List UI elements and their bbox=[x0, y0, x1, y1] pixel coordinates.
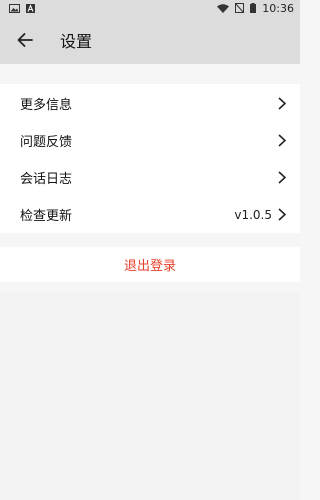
chevron-right-icon bbox=[276, 134, 288, 148]
page-title: 设置 bbox=[60, 32, 93, 51]
check-update-right: v1.0.5 bbox=[234, 208, 288, 222]
status-time: 10:36 bbox=[262, 1, 294, 15]
no-sim-icon bbox=[235, 3, 245, 13]
version-text: v1.0.5 bbox=[234, 207, 272, 222]
status-left bbox=[9, 3, 35, 13]
menu-item-feedback[interactable]: 问题反馈 bbox=[0, 122, 300, 159]
chevron-right-icon bbox=[276, 208, 288, 222]
status-right: 10:36 bbox=[217, 2, 294, 15]
app-bar: 设置 bbox=[0, 16, 300, 64]
menu-item-label: 检查更新 bbox=[20, 209, 73, 224]
menu-item-session-log[interactable]: 会话日志 bbox=[0, 159, 300, 196]
back-arrow-icon[interactable] bbox=[14, 29, 36, 51]
menu-item-label: 会话日志 bbox=[20, 172, 73, 187]
logout-label: 退出登录 bbox=[123, 259, 176, 274]
logout-button[interactable]: 退出登录 bbox=[0, 247, 300, 282]
status-bar: 10:36 bbox=[0, 0, 300, 16]
empty-content-area bbox=[0, 292, 300, 500]
menu-item-label: 更多信息 bbox=[20, 97, 73, 113]
menu-item-label: 问题反馈 bbox=[20, 135, 73, 150]
menu-item-check-update[interactable]: 检查更新 v1.0.5 bbox=[0, 196, 300, 233]
chevron-right-icon bbox=[276, 171, 288, 185]
battery-icon bbox=[250, 3, 257, 13]
image-icon bbox=[9, 3, 20, 13]
wifi-icon bbox=[217, 3, 230, 13]
menu-item-more-info[interactable]: 更多信息 bbox=[0, 84, 300, 122]
a-icon bbox=[26, 3, 35, 13]
chevron-right-icon bbox=[276, 96, 288, 110]
settings-menu: 更多信息 问题反馈 会话日志 检查更新 v1.0.5 bbox=[0, 84, 300, 233]
